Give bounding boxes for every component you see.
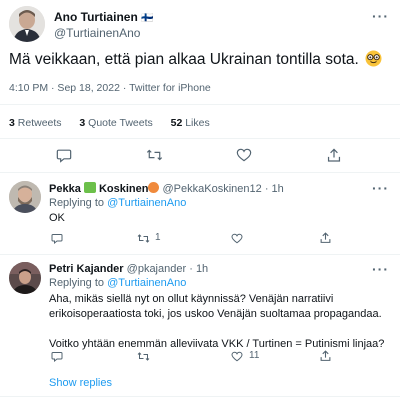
reply-icon[interactable] [49,349,65,363]
reply-author-name[interactable]: Petri Kajander [49,263,124,275]
reply-avatar[interactable] [9,262,41,294]
replying-to-label: Replying to [49,277,105,289]
reply-author-surname[interactable]: Koskinen [99,183,149,195]
tweet-source[interactable]: Twitter for iPhone [129,82,211,94]
show-replies-link[interactable]: Show replies [49,377,112,389]
tweet-time[interactable]: 4:10 PM · Sep 18, 2022 [9,82,120,94]
dot-separator: · [264,183,269,195]
nerd-face-icon [365,50,382,67]
more-options-icon[interactable]: ··· [372,180,389,196]
divider [0,138,400,139]
flag-icon: 🇫🇮 [141,13,154,24]
retweet-count: 1 [155,232,161,243]
time-source-separator: · [119,82,130,94]
replying-to-handle[interactable]: @TurtiainenAno [107,197,186,209]
more-options-icon[interactable]: ··· [372,261,389,277]
retweet-icon[interactable] [144,146,164,164]
like-icon[interactable] [234,146,254,164]
reply-time[interactable]: 1h [272,183,284,195]
reply-text-line: Voitko yhtään enemmän alleviivata VKK / … [49,338,385,350]
author-avatar[interactable] [9,6,45,42]
dot-separator: · [189,263,193,275]
replying-to-handle[interactable]: @TurtiainenAno [107,277,186,289]
reply-time[interactable]: 1h [196,263,208,275]
quote-tweets-stat[interactable]: 3 Quote Tweets [79,117,152,129]
divider [0,104,400,105]
retweet-icon[interactable] [135,231,151,245]
reply-text: OK [49,212,65,224]
share-icon[interactable] [324,146,344,164]
retweet-icon[interactable] [135,349,151,363]
reply-author-name[interactable]: Pekka [49,183,81,195]
reply-author-handle[interactable]: @PekkaKoskinen12 [163,183,262,195]
more-options-icon[interactable]: ··· [372,8,389,24]
reply-icon[interactable] [49,231,65,245]
share-icon[interactable] [317,349,333,363]
like-icon[interactable] [229,231,245,245]
reply-avatar[interactable] [9,181,41,213]
tweet-stats: 3 Retweets 3 Quote Tweets 52 Likes [9,117,210,129]
emoji-icon [148,182,160,193]
reply-text-line: Aha, mikäs siellä nyt on ollut käynnissä… [49,293,334,305]
divider [0,254,400,255]
reply-text-line: erikoisoperaatiosta toki, jos uskoo Venä… [49,308,382,320]
retweets-stat[interactable]: 3 Retweets [9,117,62,129]
like-count: 11 [249,350,260,361]
frog-icon [83,182,96,193]
reply-icon[interactable] [54,146,74,164]
like-icon[interactable] [229,349,245,363]
divider [0,172,400,173]
share-icon[interactable] [317,231,333,245]
likes-stat[interactable]: 52 Likes [171,117,210,129]
reply-author-handle[interactable]: @pkajander [127,263,186,275]
replying-to-label: Replying to [49,197,105,209]
author-handle[interactable]: @TurtiainenAno [54,26,140,40]
author-name[interactable]: Ano Turtiainen [54,10,138,24]
reply-text: Aha, mikäs siellä nyt on ollut käynnissä… [49,292,384,352]
tweet-text: Mä veikkaan, että pian alkaa Ukrainan to… [9,51,359,68]
